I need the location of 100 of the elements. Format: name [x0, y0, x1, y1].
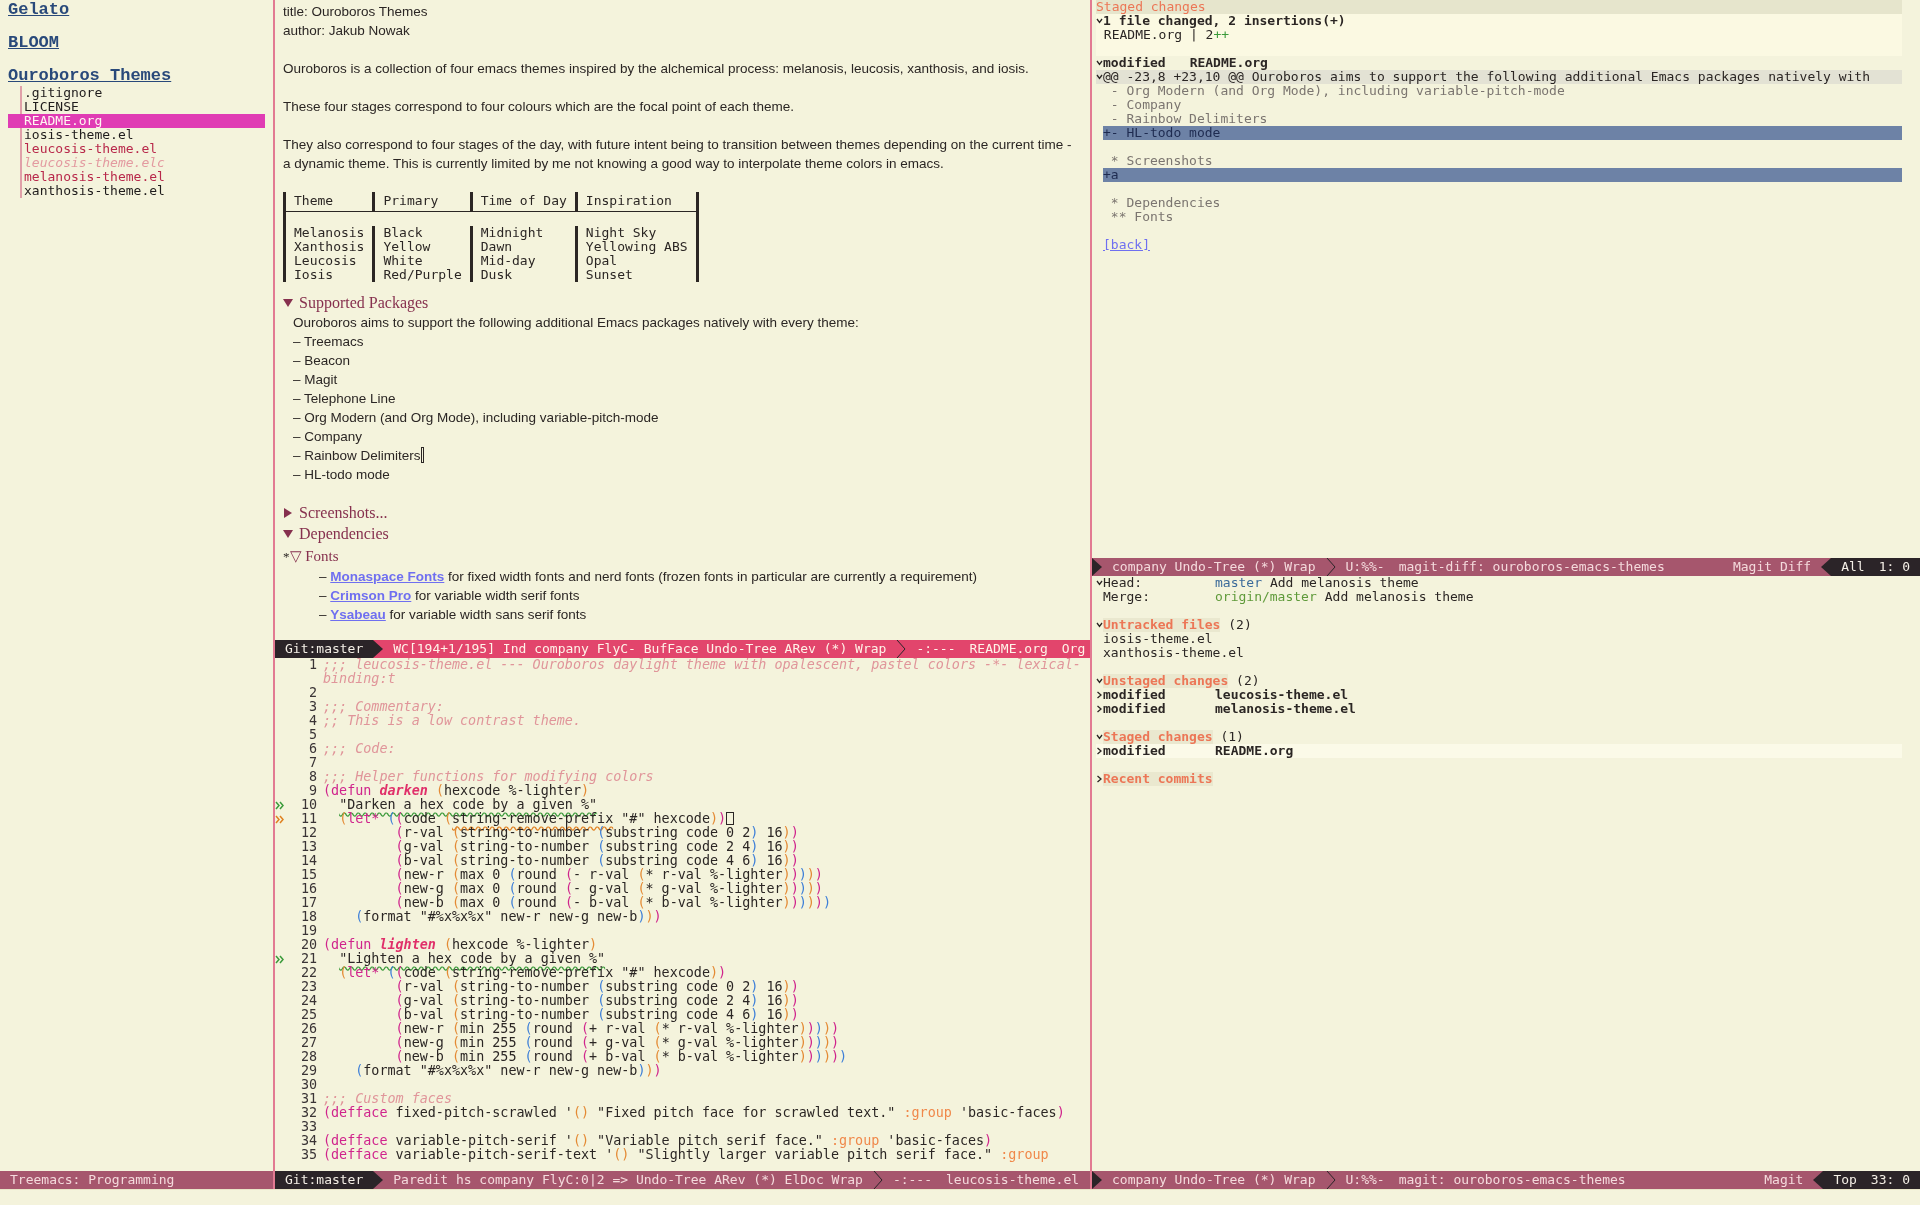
- file-name[interactable]: README.org: [1215, 744, 1294, 758]
- code-line: (format "#%x%x%x" new-r new-g new-b))): [354, 1064, 663, 1078]
- file-status[interactable]: modified: [1103, 688, 1215, 702]
- file-item[interactable]: iosis-theme.el: [8, 128, 265, 142]
- file-item[interactable]: xanthosis-theme.el: [8, 184, 265, 198]
- font-link[interactable]: Ysabeau: [330, 607, 386, 622]
- separator-arrow-icon: [1092, 558, 1102, 576]
- project-title[interactable]: BLOOM: [8, 33, 59, 53]
- line-number: 33: [299, 1120, 317, 1134]
- font-link[interactable]: Monaspace Fonts: [330, 569, 445, 584]
- separator-chevron-icon: [896, 640, 907, 658]
- line-number: 19: [299, 924, 317, 938]
- section-count: (2): [1235, 674, 1260, 688]
- chevron-down-icon[interactable]: [1096, 677, 1103, 685]
- line-number: 17: [299, 896, 317, 910]
- list-item: – Rainbow Delimiters: [293, 446, 1082, 465]
- context-line: - Company: [1109, 98, 1183, 112]
- line-number: 13: [299, 840, 317, 854]
- line-number: 21: [299, 952, 317, 966]
- file-item[interactable]: .gitignore: [8, 86, 265, 100]
- line-number: 6: [307, 742, 317, 756]
- file-status[interactable]: modified: [1103, 744, 1215, 758]
- font-item: – Ysabeau for variable width sans serif fonts: [318, 606, 588, 624]
- file-item[interactable]: melanosis-theme.el: [8, 170, 265, 184]
- back-link[interactable]: [back]: [1103, 238, 1150, 252]
- file-name[interactable]: iosis-theme.el: [1103, 632, 1213, 646]
- table-cell-text: Leucosis: [293, 254, 358, 268]
- ref-label: Head:: [1103, 576, 1144, 590]
- section-heading[interactable]: Supported Packages: [283, 292, 429, 313]
- list-item: – HL-todo mode: [293, 466, 391, 484]
- line-number: 34: [299, 1134, 317, 1148]
- line-number: 31: [299, 1092, 317, 1106]
- metadata-line: author: Jakub Nowak: [283, 22, 411, 40]
- file-name[interactable]: xanthosis-theme.el: [1103, 646, 1244, 660]
- line-number: 15: [299, 868, 317, 882]
- file-item[interactable]: leucosis-theme.el: [8, 142, 265, 156]
- code-line: ;;; Custom faces: [323, 1092, 453, 1106]
- modeline-text: -:---: [916, 640, 956, 658]
- line-number: 2: [307, 686, 317, 700]
- context-line: ** Fonts: [1109, 210, 1174, 224]
- table-header-cell: Time of Day: [469, 192, 575, 212]
- line-number: 1: [307, 658, 317, 674]
- code-line: (b-val (string-to-number (substring code 4 6) 16)): [394, 1008, 800, 1022]
- modeline-text: Treemacs: Programming: [10, 1171, 175, 1189]
- section-heading[interactable]: Dependencies: [283, 523, 389, 544]
- font-link[interactable]: Crimson Pro: [330, 588, 412, 603]
- chevron-down-icon[interactable]: [1096, 621, 1103, 629]
- line-number: 29: [299, 1064, 317, 1078]
- table-cell: Mid-day: [469, 254, 575, 268]
- line-number: 32: [299, 1106, 317, 1120]
- code-line: (new-b (max 0 (round (- b-val (* b-val %-lighter)))))): [394, 896, 832, 910]
- line-number: 14: [299, 854, 317, 868]
- code-line: "Lighten a hex code by a given %": [338, 952, 606, 966]
- separator-chevron-icon: [1325, 558, 1336, 576]
- paragraph: Ouroboros is a collection of four emacs themes inspired by the alchemical process: melanosis, leucosis, xanthosis, and iosis.: [283, 60, 1030, 78]
- code-line: ;;; Code:: [323, 742, 397, 756]
- modeline-text: Org: [1061, 640, 1086, 658]
- chevron-down-icon[interactable]: [1096, 579, 1103, 587]
- chevron-down-icon[interactable]: [1096, 73, 1103, 81]
- line-number: 30: [299, 1078, 317, 1092]
- line-number: 35: [299, 1148, 317, 1162]
- file-item[interactable]: LICENSE: [8, 100, 265, 114]
- context-line: - Org Modern (and Org Mode), including variable-pitch-mode: [1109, 84, 1566, 98]
- modeline-text: Git:master: [285, 640, 364, 658]
- table-cell: Black: [372, 226, 470, 240]
- file-name[interactable]: leucosis-theme.el: [1215, 688, 1349, 702]
- chevron-right-icon[interactable]: [1096, 775, 1103, 783]
- subsection-heading[interactable]: *▽ Fonts: [283, 546, 339, 567]
- chevron-down-icon[interactable]: [1096, 17, 1103, 25]
- table-cell: Yellowing ABS: [574, 240, 696, 254]
- list-item: – Telephone Line: [293, 390, 397, 408]
- project-title[interactable]: Gelato: [8, 0, 70, 20]
- file-status[interactable]: modified: [1103, 702, 1215, 716]
- file-name[interactable]: melanosis-theme.el: [1215, 702, 1356, 716]
- table-cell: Midnight: [469, 226, 575, 240]
- code-line: ;;; leucosis-theme.el --- Ouroboros daylight theme with opalescent, pastel colors -*- lexical-binding:t: [323, 658, 1082, 686]
- table-cell: White: [372, 254, 470, 268]
- branch-name[interactable]: master: [1215, 576, 1262, 590]
- line-number: 24: [299, 994, 317, 1008]
- code-line: ;;; Helper functions for modifying colors: [323, 770, 655, 784]
- line-number: 12: [299, 826, 317, 840]
- project-title[interactable]: Ouroboros Themes: [8, 66, 172, 86]
- chevron-right-icon[interactable]: [1096, 747, 1103, 755]
- paragraph: They also correspond to four stages of the day, with future intent being to transition between themes depending on the current time - a dynamic theme. This is currently limited by me not knowing a good way to interpolate theme colors in emacs.: [283, 136, 1073, 173]
- table-cell-text: Xanthosis: [293, 240, 366, 254]
- file-status[interactable]: modified: [1103, 56, 1166, 70]
- separator-chevron-icon: [872, 1171, 883, 1189]
- section-heading[interactable]: Screenshots...: [283, 502, 388, 523]
- modeline-text: company Undo-Tree (*) Wrap: [1112, 1171, 1316, 1189]
- file-name[interactable]: README.org: [1189, 56, 1268, 70]
- insertion-marks: ++: [1213, 28, 1230, 42]
- chevron-down-icon[interactable]: [1096, 59, 1103, 67]
- line-number: 28: [299, 1050, 317, 1064]
- chevron-down-icon[interactable]: [1096, 733, 1103, 741]
- table-cell: Dusk: [469, 268, 575, 282]
- table-cell: Dawn: [469, 240, 575, 254]
- modeline-text: Magit Diff: [1732, 558, 1812, 576]
- table-header-cell: Theme: [286, 192, 373, 212]
- file-item[interactable]: README.org: [8, 114, 265, 128]
- modeline-text: Git:master: [285, 1171, 364, 1189]
